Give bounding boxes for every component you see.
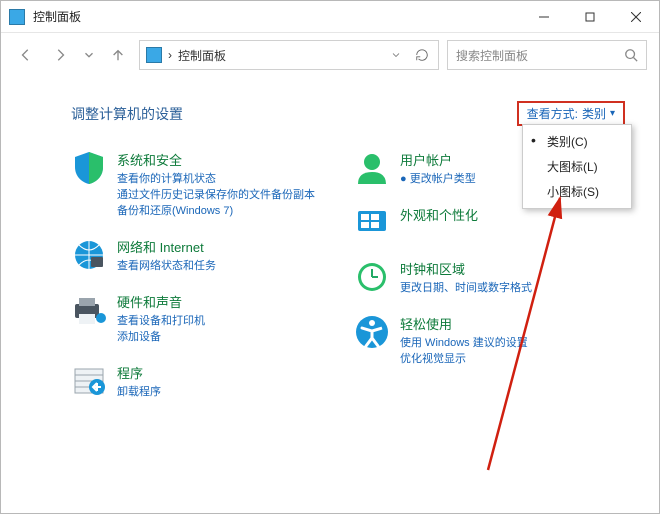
clock-icon — [354, 259, 390, 295]
search-input[interactable]: 搜索控制面板 — [447, 40, 647, 70]
forward-button[interactable] — [47, 41, 73, 69]
category-hardware: 硬件和声音 查看设备和打印机 添加设备 — [71, 292, 342, 345]
category-link[interactable]: 卸载程序 — [117, 384, 342, 400]
category-programs: 程序 卸载程序 — [71, 363, 342, 400]
page-heading: 调整计算机的设置 — [71, 104, 183, 124]
view-by-value: 类别 — [582, 105, 606, 122]
address-bar[interactable]: › 控制面板 — [139, 40, 439, 70]
window-title: 控制面板 — [33, 8, 521, 25]
category-link[interactable]: 使用 Windows 建议的设置 — [400, 335, 625, 351]
category-link[interactable]: 通过文件历史记录保存你的文件备份副本 — [117, 187, 342, 203]
view-by-menu: 类别(C) 大图标(L) 小图标(S) — [522, 124, 632, 209]
search-icon — [624, 48, 638, 62]
minimize-button[interactable] — [521, 1, 567, 33]
breadcrumb-sep: › — [168, 48, 172, 62]
refresh-button[interactable] — [412, 45, 432, 65]
accessibility-icon — [354, 314, 390, 350]
category-title[interactable]: 轻松使用 — [400, 314, 625, 333]
category-ease-of-access: 轻松使用 使用 Windows 建议的设置 优化视觉显示 — [354, 314, 625, 367]
view-by-dropdown[interactable]: 查看方式: 类别 ▾ — [517, 101, 625, 126]
search-placeholder: 搜索控制面板 — [456, 47, 624, 64]
category-system-security: 系统和安全 查看你的计算机状态 通过文件历史记录保存你的文件备份副本 备份和还原… — [71, 150, 342, 219]
chevron-down-icon: ▾ — [610, 108, 615, 119]
category-link[interactable]: 查看网络状态和任务 — [117, 258, 342, 274]
category-column-left: 系统和安全 查看你的计算机状态 通过文件历史记录保存你的文件备份副本 备份和还原… — [71, 150, 342, 400]
menu-item-large-icons[interactable]: 大图标(L) — [523, 154, 631, 179]
category-network: 网络和 Internet 查看网络状态和任务 — [71, 237, 342, 274]
back-button[interactable] — [13, 41, 39, 69]
menu-item-category[interactable]: 类别(C) — [523, 129, 631, 154]
category-title[interactable]: 网络和 Internet — [117, 237, 342, 256]
globe-icon — [71, 237, 107, 273]
category-link[interactable]: 查看你的计算机状态 — [117, 171, 342, 187]
menu-item-small-icons[interactable]: 小图标(S) — [523, 179, 631, 204]
category-title[interactable]: 程序 — [117, 363, 342, 382]
appearance-icon — [354, 205, 390, 241]
maximize-button[interactable] — [567, 1, 613, 33]
category-title[interactable]: 时钟和区域 — [400, 259, 625, 278]
control-panel-icon — [146, 47, 162, 63]
up-button[interactable] — [105, 41, 131, 69]
category-link[interactable]: 优化视觉显示 — [400, 351, 625, 367]
category-link[interactable]: 备份和还原(Windows 7) — [117, 203, 342, 219]
control-panel-icon — [9, 9, 25, 25]
category-appearance: 外观和个性化 — [354, 205, 625, 241]
titlebar: 控制面板 — [1, 1, 659, 33]
category-clock-region: 时钟和区域 更改日期、时间或数字格式 — [354, 259, 625, 296]
recent-dropdown[interactable] — [81, 41, 97, 69]
navbar: › 控制面板 搜索控制面板 — [1, 33, 659, 77]
category-link[interactable]: 查看设备和打印机 — [117, 313, 342, 329]
printer-icon — [71, 292, 107, 328]
breadcrumb[interactable]: 控制面板 — [178, 47, 226, 64]
programs-icon — [71, 363, 107, 399]
close-button[interactable] — [613, 1, 659, 33]
category-title[interactable]: 硬件和声音 — [117, 292, 342, 311]
shield-icon — [71, 150, 107, 186]
category-title[interactable]: 系统和安全 — [117, 150, 342, 169]
address-dropdown[interactable] — [386, 45, 406, 65]
view-by-label: 查看方式: — [527, 105, 578, 122]
category-link[interactable]: 更改日期、时间或数字格式 — [400, 280, 625, 296]
category-link[interactable]: 添加设备 — [117, 329, 342, 345]
user-icon — [354, 150, 390, 186]
